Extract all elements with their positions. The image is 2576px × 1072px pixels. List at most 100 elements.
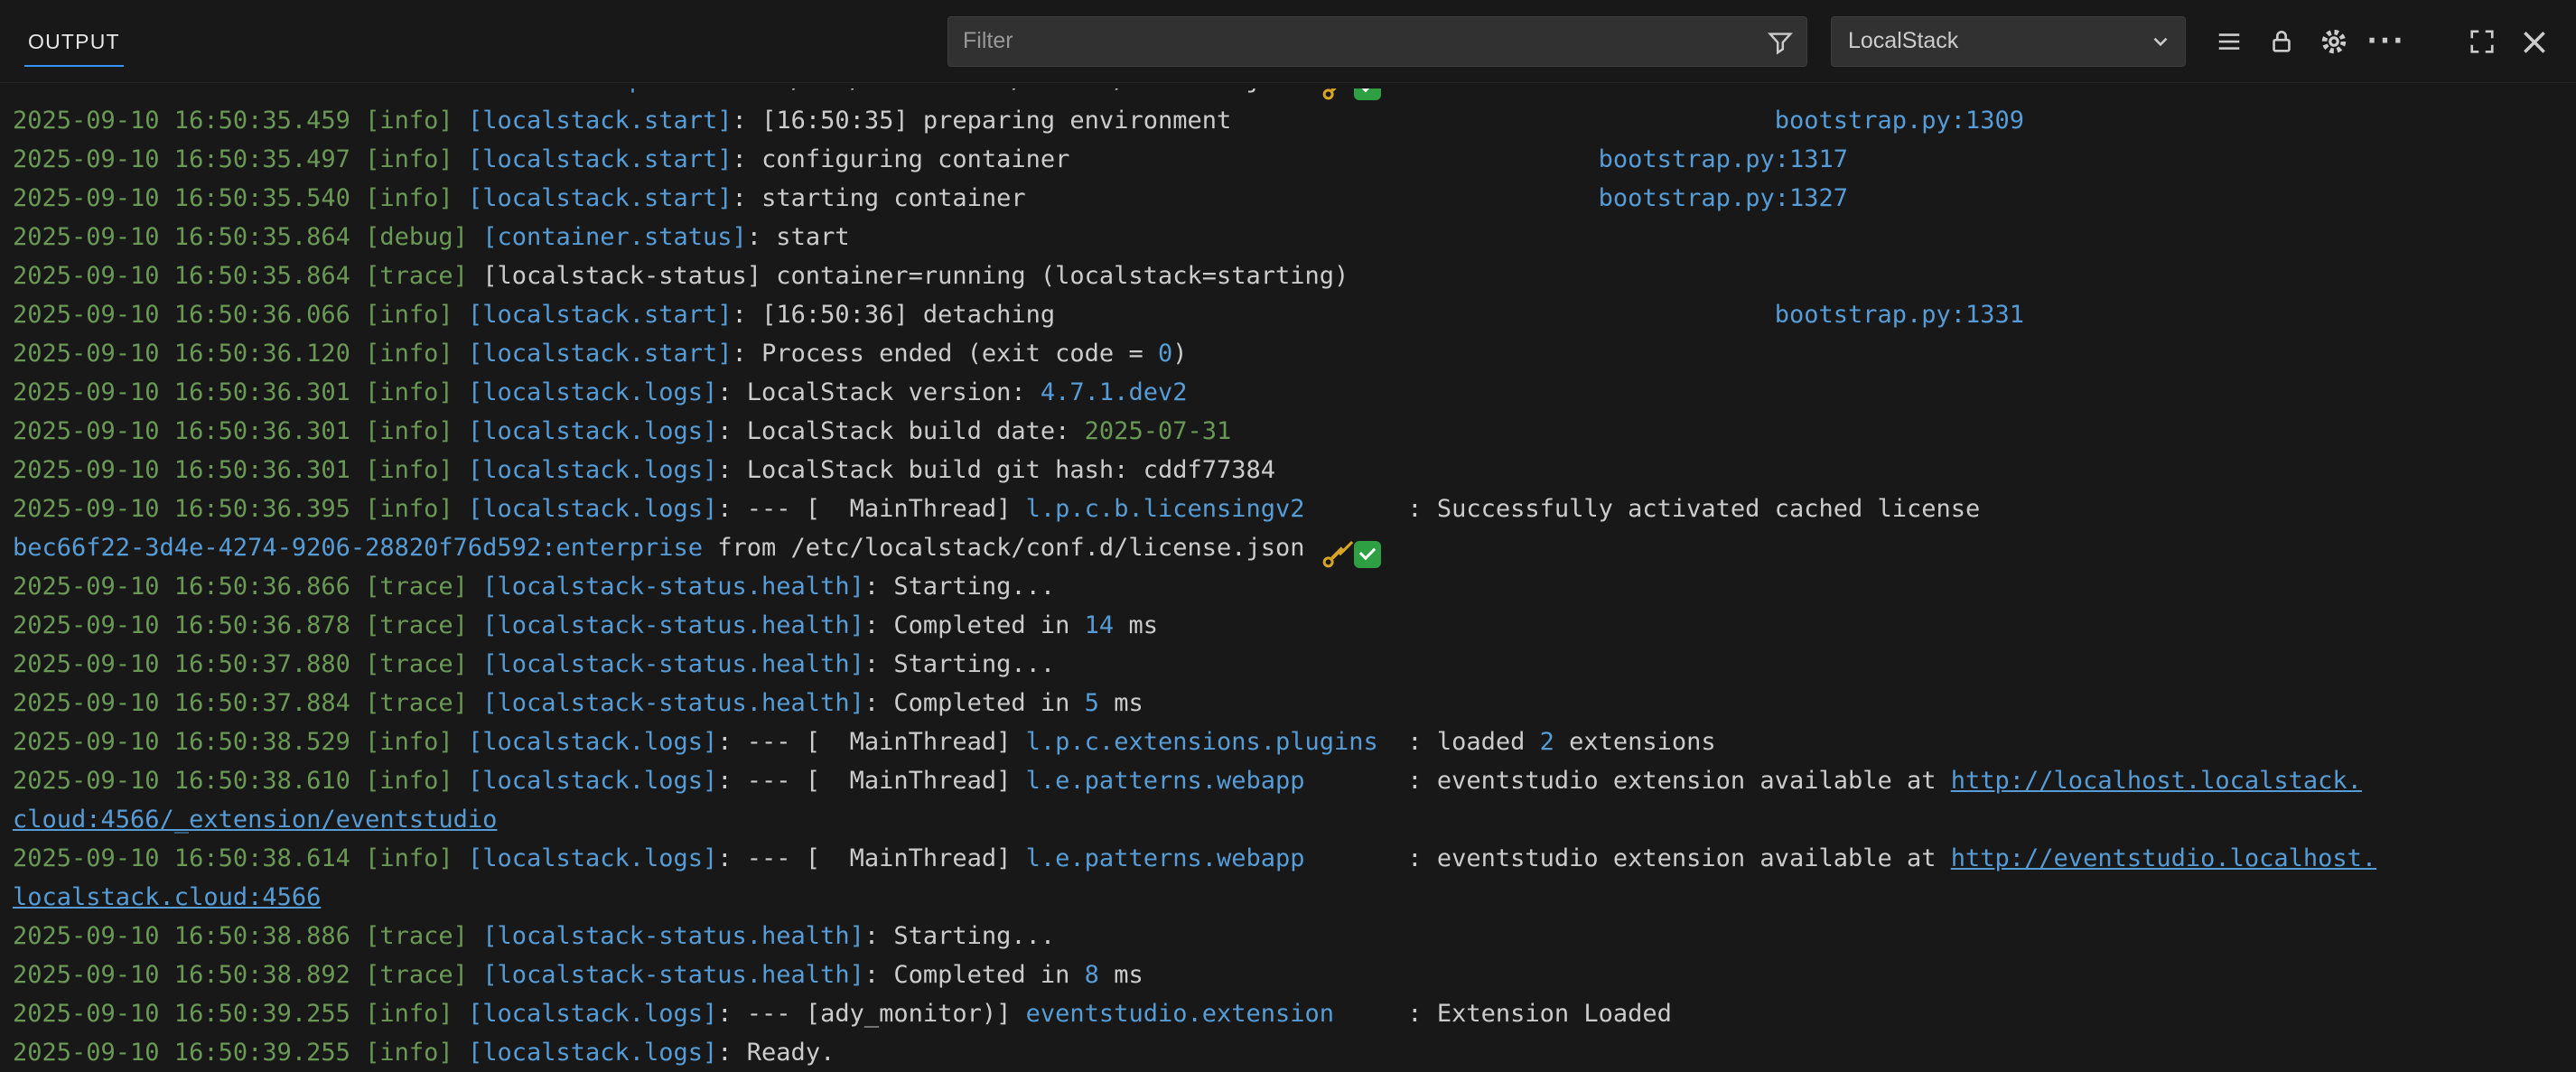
log-output[interactable]: bec66f22-3d4e-4274-9206-28820f76d592:ent… — [0, 83, 2576, 1072]
log-text: 5 — [1085, 689, 1099, 717]
maximize-panel-button[interactable] — [2460, 20, 2504, 63]
log-text: from /etc/localstack/conf.d/license.json — [703, 89, 1320, 94]
log-text: [16:50:35] preparing environment — [761, 107, 1231, 135]
log-line: 2025-09-10 16:50:37.884 [trace] [localst… — [13, 684, 2576, 722]
log-text: [localstack-status.health] — [482, 961, 864, 989]
log-line: bec66f22-3d4e-4274-9206-28820f76d592:ent… — [13, 528, 2576, 567]
url-link[interactable]: http://localhost.localstack. — [1951, 767, 2362, 795]
log-text: [info] — [365, 107, 468, 135]
log-text — [1069, 145, 1598, 173]
log-text: 2025-09-10 16:50:36.066 — [13, 301, 365, 329]
log-text: [localstack.logs] — [468, 844, 717, 872]
clear-output-button[interactable] — [2207, 20, 2251, 63]
log-text: 2025-09-10 16:50:38.886 — [13, 922, 365, 950]
log-text: : — [717, 844, 747, 872]
log-text: [localstack-status] container=running (l… — [482, 262, 1349, 290]
funnel-icon — [1767, 28, 1794, 60]
expand-icon — [2469, 28, 2496, 55]
check-emoji-icon: ✅ — [1354, 541, 1381, 568]
log-text: [localstack-status.health] — [482, 611, 864, 639]
output-channel-select[interactable]: LocalStack — [1831, 16, 2186, 67]
log-text: [localstack.start] — [468, 184, 733, 212]
log-line: localstack.cloud:4566 — [13, 878, 2576, 917]
log-text: : Ready. — [717, 1039, 835, 1067]
log-text: l.e.patterns.webapp — [1026, 844, 1305, 872]
log-text: 2025-09-10 16:50:36.878 — [13, 611, 365, 639]
lock-icon — [2268, 28, 2295, 55]
log-text: l.p.c.b.licensingv2 — [1026, 495, 1305, 523]
filter-input[interactable] — [948, 17, 1806, 66]
log-text: 2025-09-10 16:50:35.864 — [13, 223, 365, 251]
scroll-lock-button[interactable] — [2260, 20, 2303, 63]
log-text: [trace] — [365, 922, 482, 950]
log-line: 2025-09-10 16:50:37.880 [trace] [localst… — [13, 645, 2576, 684]
url-link[interactable]: cloud:4566/_extension/eventstudio — [13, 806, 497, 834]
log-text: : — [733, 340, 762, 368]
log-text: [localstack.logs] — [468, 456, 717, 484]
log-line: 2025-09-10 16:50:38.614 [info] [localsta… — [13, 839, 2576, 878]
log-text: : Starting... — [864, 650, 1055, 678]
log-text: : Completed in — [864, 961, 1085, 989]
url-link[interactable]: http://eventstudio.localhost. — [1951, 844, 2376, 872]
three-lines-icon — [2216, 28, 2243, 55]
log-text: : Successfully activated cached license — [1305, 495, 1981, 523]
log-text: : Completed in — [864, 611, 1085, 639]
file-link[interactable]: bootstrap.py:1331 — [1775, 301, 2024, 329]
log-text: : eventstudio extension available at — [1305, 844, 1951, 872]
file-link[interactable]: bootstrap.py:1317 — [1599, 145, 1848, 173]
log-text: : — [717, 728, 747, 756]
log-text: --- [ MainThread] — [747, 728, 1026, 756]
log-line: 2025-09-10 16:50:35.497 [info] [localsta… — [13, 140, 2576, 179]
log-text: [localstack.start] — [468, 340, 733, 368]
log-text: : — [717, 767, 747, 795]
log-text — [1026, 184, 1599, 212]
log-text: : loaded — [1378, 728, 1540, 756]
settings-button[interactable] — [2312, 20, 2356, 63]
log-text: 2025-09-10 16:50:39.255 — [13, 1000, 365, 1028]
log-text: 2 — [1540, 728, 1554, 756]
url-link[interactable]: localstack.cloud:4566 — [13, 883, 321, 911]
log-text: 2025-09-10 16:50:36.120 — [13, 340, 365, 368]
log-text: 2025-09-10 16:50:35.540 — [13, 184, 365, 212]
log-text: : eventstudio extension available at — [1305, 767, 1951, 795]
log-text: : — [717, 378, 747, 406]
log-text: 2025-09-10 16:50:36.301 — [13, 378, 365, 406]
log-line: 2025-09-10 16:50:38.610 [info] [localsta… — [13, 761, 2576, 800]
log-text: 2025-09-10 16:50:37.880 — [13, 650, 365, 678]
close-panel-button[interactable]: × — [2513, 20, 2556, 63]
log-text: bec66f22-3d4e-4274-9206-28820f76d592:ent… — [13, 534, 703, 562]
log-text: ms — [1114, 611, 1158, 639]
log-text: 2025-09-10 16:50:36.395 — [13, 495, 365, 523]
log-line: 2025-09-10 16:50:36.395 [info] [localsta… — [13, 489, 2576, 528]
log-line: 2025-09-10 16:50:36.878 [trace] [localst… — [13, 606, 2576, 645]
log-text: l.p.c.extensions.plugins — [1026, 728, 1378, 756]
log-text: [trace] — [365, 573, 482, 601]
output-panel-header: OUTPUT LocalStack — [0, 0, 2576, 83]
log-line: 2025-09-10 16:50:36.301 [info] [localsta… — [13, 373, 2576, 412]
log-text: : Completed in — [864, 689, 1085, 717]
log-text: 0 — [1158, 340, 1172, 368]
file-link[interactable]: bootstrap.py:1327 — [1599, 184, 1848, 212]
file-link[interactable]: bootstrap.py:1309 — [1775, 107, 2024, 135]
log-text: [info] — [365, 340, 468, 368]
log-text: eventstudio.extension — [1026, 1000, 1334, 1028]
log-text: : — [733, 184, 762, 212]
gear-icon — [2319, 27, 2348, 56]
log-text: --- [ MainThread] — [747, 495, 1026, 523]
more-actions-button[interactable]: ··· — [2365, 20, 2408, 63]
log-line: cloud:4566/_extension/eventstudio — [13, 800, 2576, 839]
log-text: : — [717, 495, 747, 523]
log-text: ) — [1172, 340, 1187, 368]
log-text: ms — [1099, 689, 1143, 717]
log-line: 2025-09-10 16:50:36.301 [info] [localsta… — [13, 412, 2576, 451]
log-text: : Starting... — [864, 573, 1055, 601]
log-text: --- [ady_monitor)] — [747, 1000, 1026, 1028]
log-text: [info] — [365, 456, 468, 484]
chevron-down-icon — [2149, 30, 2172, 53]
log-text: [debug] — [365, 223, 482, 251]
log-text: [info] — [365, 767, 468, 795]
log-text: : — [717, 417, 747, 445]
log-text: [info] — [365, 301, 468, 329]
filter-box — [947, 16, 1807, 67]
tab-output[interactable]: OUTPUT — [24, 30, 124, 67]
